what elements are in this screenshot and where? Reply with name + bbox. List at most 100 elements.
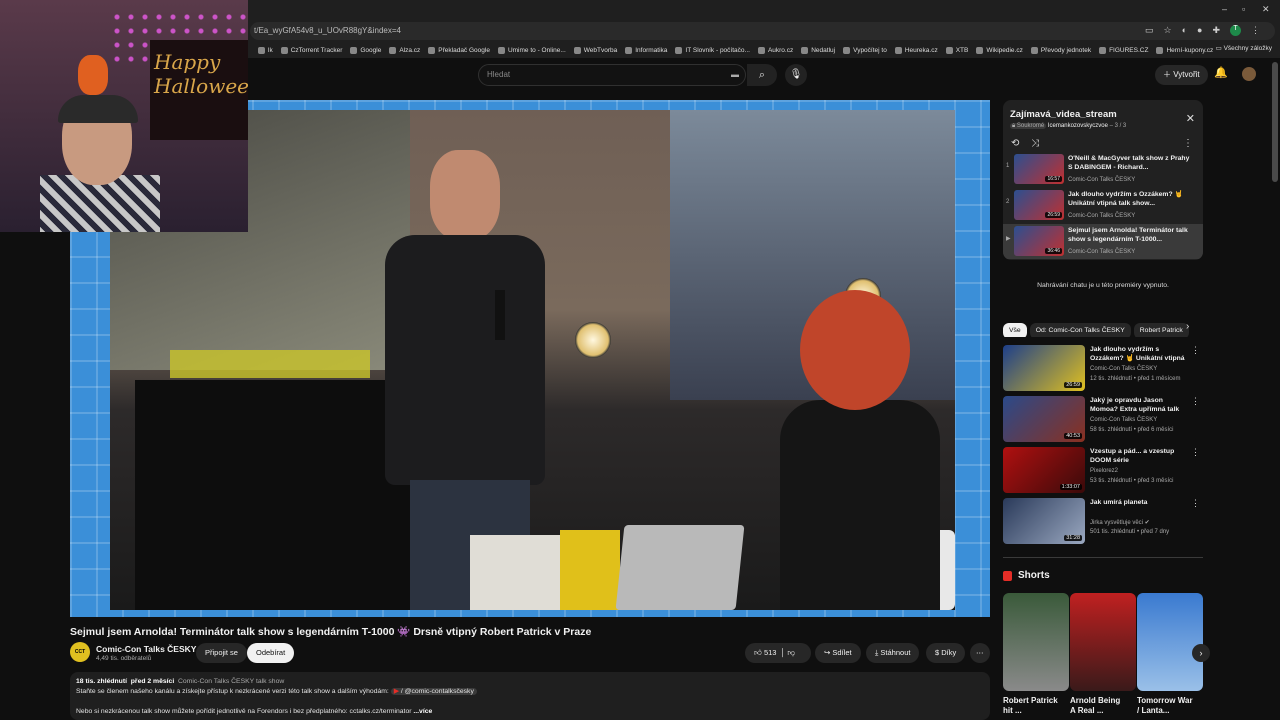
playlist-meta: 🔒︎ Soukromé Icemankozovskyczvoe – 3 / 3 bbox=[1010, 123, 1127, 129]
subscriber-count: 4,49 tis. odběratelů bbox=[96, 655, 152, 662]
scrollbar-thumb[interactable] bbox=[1272, 62, 1278, 182]
bookmark-item[interactable]: Překladač Google bbox=[428, 46, 490, 54]
short-thumbnail[interactable] bbox=[1003, 593, 1069, 691]
bookmark-label: Wikipedie.cz bbox=[986, 46, 1023, 54]
account-avatar[interactable] bbox=[1242, 67, 1256, 81]
recommended-video[interactable]: 1:33:07 Vzestup a pád... a vzestup DOOM s… bbox=[1003, 447, 1203, 493]
more-dots-icon[interactable]: ⋮ bbox=[1191, 396, 1200, 407]
download-button[interactable]: ⤓ Stáhnout bbox=[866, 643, 920, 663]
address-bar[interactable]: t/Ea_wyGfA54v8_u_UOvR88gY&index=4 bbox=[250, 22, 1275, 40]
video-title: Sejmul jsem Arnolda! Terminátor talk sho… bbox=[70, 626, 592, 638]
voice-search-button[interactable]: 🎙 bbox=[785, 64, 807, 86]
bookmark-item[interactable]: WebTvorba bbox=[573, 46, 617, 54]
more-dots-icon[interactable]: ⋮ bbox=[1191, 447, 1200, 458]
video-description[interactable]: 18 tis. zhlédnutí před 2 měsíci Comic-Co… bbox=[70, 672, 990, 720]
extension-icon[interactable]: ● bbox=[1197, 25, 1202, 36]
bookmark-item[interactable]: Umime to - Online... bbox=[497, 46, 566, 54]
favicon-icon bbox=[843, 46, 851, 54]
chevron-right-icon[interactable]: › bbox=[1186, 321, 1189, 332]
bookmark-item[interactable]: Alza.cz bbox=[389, 46, 420, 54]
search-button[interactable]: ⌕ bbox=[747, 64, 777, 86]
playlist-item[interactable]: 1 16:57 O'Neill & MacGyver talk show z Pra… bbox=[1003, 152, 1203, 187]
join-button[interactable]: Připojit se bbox=[196, 643, 247, 663]
shorts-next-button[interactable]: › bbox=[1192, 644, 1210, 662]
bookmark-item[interactable]: Vypočítej to bbox=[843, 46, 887, 54]
playlist-owner[interactable]: Icemankozovskyczvoe bbox=[1048, 123, 1108, 129]
bookmark-item[interactable]: CzTorrent Tracker bbox=[280, 46, 342, 54]
bookmarks-folder[interactable]: ▭ Všechny záložky bbox=[1216, 44, 1272, 52]
maximize-icon[interactable]: ▫ bbox=[1242, 4, 1245, 14]
recommended-channel[interactable]: Pixelorez2 bbox=[1090, 468, 1118, 474]
search-input[interactable]: Hledat bbox=[478, 64, 746, 86]
thanks-button[interactable]: $ Díky bbox=[926, 643, 966, 663]
bookmark-item[interactable]: Heureka.cz bbox=[894, 46, 938, 54]
like-button[interactable]: 👍︎ 513 │ 👎︎ bbox=[745, 643, 811, 663]
channel-avatar[interactable]: CCT bbox=[70, 642, 90, 662]
bookmark-item[interactable]: Převody jednotek bbox=[1030, 46, 1091, 54]
bookmark-item[interactable]: Herní-kupony.cz bbox=[1156, 46, 1213, 54]
video-thumbnail: 40:53 bbox=[1003, 396, 1085, 442]
favicon-icon bbox=[389, 46, 397, 54]
favicon-icon bbox=[258, 46, 265, 54]
bookmark-item[interactable]: Nedatluj bbox=[801, 46, 835, 54]
bookmark-item[interactable]: Google bbox=[350, 46, 382, 54]
show-more-link[interactable]: ...více bbox=[413, 708, 432, 715]
thanks-icon: $ bbox=[935, 648, 940, 657]
recommended-channel[interactable]: Comic-Con Talks ČESKY bbox=[1090, 366, 1157, 372]
star-icon[interactable]: ☆ bbox=[1164, 25, 1172, 36]
minimize-icon[interactable]: – bbox=[1222, 4, 1227, 14]
filter-chip[interactable]: Vše bbox=[1003, 323, 1027, 337]
recommended-video[interactable]: 26:59 Jak dlouho vydržím s Ozzákem? 🤘 Uni… bbox=[1003, 345, 1203, 391]
short-thumbnail[interactable] bbox=[1070, 593, 1136, 691]
browser-actions: ▭ ☆ ◐ ● ✚ T ⋮ bbox=[1145, 25, 1260, 36]
recommended-meta: 12 tis. zhlédnutí • před 1 měsícem bbox=[1090, 376, 1181, 382]
playlist-item[interactable]: 2 26:59 Jak dlouho vydržím s Ozzákem? 🤘 Un… bbox=[1003, 188, 1203, 223]
filter-chip[interactable]: Robert Patrick bbox=[1133, 323, 1189, 337]
filter-chip[interactable]: Od: Comic-Con Talks ČESKY bbox=[1029, 323, 1131, 337]
close-window-icon[interactable]: ✕ bbox=[1262, 4, 1270, 15]
more-actions-button[interactable]: ⋯ bbox=[970, 643, 990, 663]
recommended-video[interactable]: 40:53 Jaký je opravdu Jason Momoa? Extra … bbox=[1003, 396, 1203, 442]
recommended-title: Vzestup a pád... a vzestup DOOM série bbox=[1090, 448, 1175, 464]
bookmark-item[interactable]: XTB bbox=[945, 46, 968, 54]
bookmark-item[interactable]: FIGURES.CZ bbox=[1099, 46, 1148, 54]
recommended-channel[interactable]: Jirka vysvětluje věci ✔ bbox=[1090, 519, 1150, 526]
short-thumbnail[interactable] bbox=[1137, 593, 1203, 691]
close-icon[interactable]: ✕ bbox=[1186, 112, 1195, 125]
thumbs-down-icon[interactable]: 👎︎ bbox=[787, 648, 795, 657]
loop-icon[interactable]: ⟲ bbox=[1011, 138, 1019, 149]
bookmark-item[interactable]: Informatika bbox=[625, 46, 667, 54]
share-button[interactable]: ↪ Sdílet bbox=[815, 643, 861, 663]
bookmark-item[interactable]: IT Slovník - počítačo... bbox=[675, 46, 750, 54]
channel-name[interactable]: Comic-Con Talks ČESKY bbox=[96, 644, 196, 654]
subscribe-button[interactable]: Odebírat bbox=[247, 643, 295, 663]
bookmark-item[interactable]: lk bbox=[258, 46, 273, 54]
duration-badge: 26:59 bbox=[1045, 212, 1062, 218]
create-button[interactable]: ＋ Vytvořit bbox=[1155, 65, 1208, 85]
bookmark-label: Google bbox=[360, 46, 382, 54]
short-title[interactable]: Tomorrow War / Lanta... bbox=[1137, 696, 1193, 716]
playlist-title[interactable]: Zajímavá_videa_stream bbox=[1010, 109, 1117, 120]
playlist-link[interactable]: Comic-Con Talks ČESKY talk show bbox=[178, 678, 284, 685]
keyboard-icon[interactable]: ▬ bbox=[731, 70, 739, 79]
playlist-item[interactable]: ▶ 36:46 Sejmul jsem Arnolda! Terminátor ta… bbox=[1003, 224, 1203, 259]
shuffle-icon[interactable]: ⤨ bbox=[1031, 138, 1039, 149]
notifications-bell-icon[interactable]: 🔔 bbox=[1214, 66, 1228, 79]
profile-avatar[interactable]: T bbox=[1230, 25, 1241, 36]
short-title[interactable]: Arnold Being A Real ... bbox=[1070, 696, 1126, 716]
menu-icon[interactable]: ⋮ bbox=[1251, 25, 1260, 36]
more-dots-icon[interactable]: ⋮ bbox=[1183, 138, 1193, 149]
short-title[interactable]: Robert Patrick hit ... bbox=[1003, 696, 1059, 716]
bookmark-label: Umime to - Online... bbox=[507, 46, 566, 54]
extension-icon[interactable]: ◐ bbox=[1182, 25, 1187, 36]
channel-handle-link[interactable]: ▶ / @comic-contalksčesky bbox=[390, 688, 477, 695]
more-dots-icon[interactable]: ⋮ bbox=[1191, 498, 1200, 509]
bookmark-item[interactable]: Aukro.cz bbox=[757, 46, 793, 54]
recommended-channel[interactable]: Comic-Con Talks ČESKY bbox=[1090, 417, 1157, 423]
bookmark-item[interactable]: Wikipedie.cz bbox=[976, 46, 1023, 54]
cast-icon[interactable]: ▭ bbox=[1145, 25, 1154, 36]
puzzle-icon[interactable]: ✚ bbox=[1212, 25, 1220, 36]
playlist-position: 3 / 3 bbox=[1114, 123, 1127, 129]
more-dots-icon[interactable]: ⋮ bbox=[1191, 345, 1200, 356]
recommended-video[interactable]: 31:28 Jak umírá planeta Jirka vysvětluje v… bbox=[1003, 498, 1203, 544]
